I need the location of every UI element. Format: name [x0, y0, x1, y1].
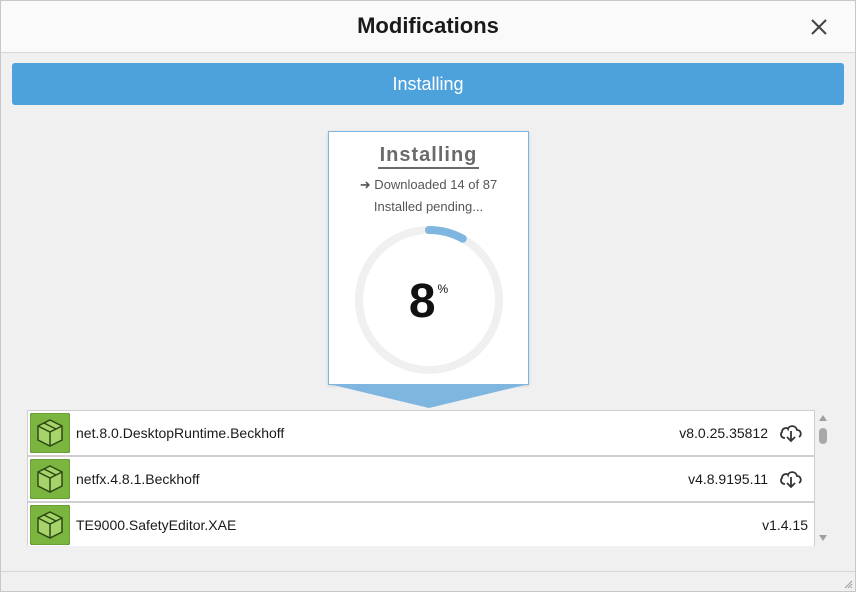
package-icon	[30, 505, 70, 545]
cloud-download-icon[interactable]	[778, 422, 804, 444]
progress-title: Installing	[377, 144, 480, 169]
footer-divider	[1, 571, 855, 572]
close-icon	[811, 19, 827, 35]
package-icon	[30, 459, 70, 499]
resize-grip-icon[interactable]	[843, 579, 853, 589]
list-item[interactable]: net.8.0.DesktopRuntime.Beckhoff v8.0.25.…	[27, 410, 815, 456]
package-version: v8.0.25.35812	[679, 425, 768, 441]
package-name: netfx.4.8.1.Beckhoff	[76, 471, 200, 487]
package-name: net.8.0.DesktopRuntime.Beckhoff	[76, 425, 285, 441]
percent-unit: %	[437, 282, 449, 296]
package-name: TE9000.SafetyEditor.XAE	[76, 517, 237, 533]
title-bar: Modifications	[1, 1, 855, 53]
cloud-download-icon[interactable]	[778, 468, 804, 490]
scroll-up-arrow[interactable]	[819, 415, 827, 421]
list-item[interactable]: netfx.4.8.1.Beckhoff v4.8.9195.11	[27, 456, 815, 502]
scroll-thumb[interactable]	[819, 428, 827, 444]
list-scrollbar[interactable]	[815, 410, 831, 546]
package-version: v1.4.15	[762, 517, 808, 533]
package-icon	[30, 413, 70, 453]
installed-status: Installed pending...	[373, 199, 484, 214]
package-list[interactable]: net.8.0.DesktopRuntime.Beckhoff v8.0.25.…	[27, 410, 815, 546]
card-pointer	[329, 384, 529, 408]
close-button[interactable]	[807, 15, 831, 39]
scroll-down-arrow[interactable]	[819, 535, 827, 541]
list-item[interactable]: TE9000.SafetyEditor.XAE v1.4.15	[27, 502, 815, 546]
progress-card: Installing ➜ Downloaded 14 of 87 Install…	[328, 131, 529, 385]
modifications-dialog: Modifications Installing Installing ➜ Do…	[0, 0, 856, 592]
status-banner: Installing	[12, 63, 844, 105]
dialog-title: Modifications	[357, 13, 499, 38]
progress-percent: 8%	[329, 274, 528, 329]
package-version: v4.8.9195.11	[688, 471, 768, 487]
percent-value: 8	[408, 275, 436, 328]
downloaded-status: ➜ Downloaded 14 of 87	[359, 177, 498, 192]
